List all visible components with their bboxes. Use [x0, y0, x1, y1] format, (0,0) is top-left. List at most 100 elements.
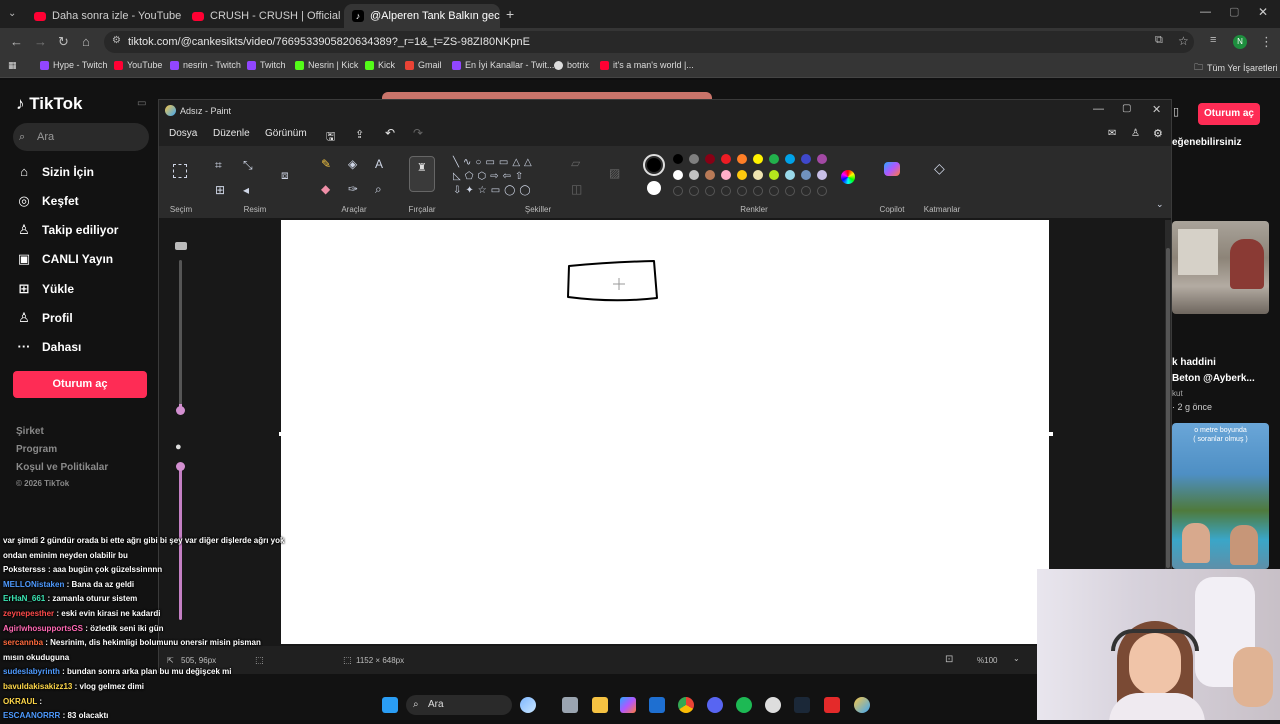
suggested-video-thumbnail-2[interactable]: o metre boyunda ( soranlar olmuş ): [1172, 423, 1269, 569]
url-input[interactable]: ⚙ tiktok.com/@cankesikts/video/766953390…: [104, 31, 1194, 53]
login-top-button[interactable]: Oturum aç: [1198, 103, 1260, 125]
profile-avatar[interactable]: N: [1233, 35, 1247, 49]
browser-menu-icon[interactable]: ⋮: [1260, 34, 1273, 50]
collapse-ribbon-icon[interactable]: ⌄: [1156, 199, 1164, 210]
footer-terms[interactable]: Koşul ve Politikalar: [16, 462, 108, 473]
redo-icon[interactable]: ↷: [413, 126, 423, 140]
reload-icon[interactable]: ↻: [58, 34, 69, 50]
rotate-icon[interactable]: ◂: [243, 183, 249, 197]
bookmark-item[interactable]: En İyi Kanallar - Twit...: [452, 60, 554, 70]
custom-color-slot[interactable]: [689, 186, 699, 196]
color-swatch[interactable]: [705, 154, 715, 164]
paint-maximize-button[interactable]: ▢: [1122, 103, 1131, 114]
steam-icon[interactable]: [794, 697, 810, 713]
color-swatch[interactable]: [673, 170, 683, 180]
paint-minimize-button[interactable]: —: [1093, 103, 1104, 115]
discord-icon[interactable]: [707, 697, 723, 713]
fit-to-window-icon[interactable]: ⊡: [945, 654, 953, 665]
tab-tiktok[interactable]: ♪ @Alperen Tank Balkın gece iç | ×: [344, 4, 500, 28]
shapes-gallery[interactable]: ╲∿○▭▭△△ ◺⬠⬡⇨⇦⇧ ⇩✦☆▭◯◯: [453, 156, 557, 200]
shape-fill-icon[interactable]: ◫: [571, 182, 582, 196]
suggested-title[interactable]: k haddini: [1172, 357, 1216, 368]
bookmark-item[interactable]: Hype - Twitch: [40, 60, 107, 70]
bookmark-item[interactable]: Nesrin | Kick: [295, 60, 358, 70]
edit-colors-icon[interactable]: [841, 170, 855, 184]
crop-icon[interactable]: ⌗: [215, 158, 222, 173]
color-swatch[interactable]: [721, 170, 731, 180]
primary-color-swatch[interactable]: [643, 154, 665, 176]
layers-icon[interactable]: ◇: [934, 160, 945, 177]
bookmark-item[interactable]: Twitch: [247, 60, 286, 70]
bookmark-item[interactable]: botrix: [554, 60, 589, 70]
windows-start-icon[interactable]: [382, 697, 398, 713]
image-select-icon[interactable]: ⊞: [215, 183, 225, 197]
outline-icon[interactable]: ▱: [571, 156, 580, 170]
site-info-icon[interactable]: ⚙: [112, 35, 121, 46]
color-swatch[interactable]: [801, 154, 811, 164]
color-swatch[interactable]: [801, 170, 811, 180]
footer-program[interactable]: Program: [16, 444, 57, 455]
nav-for-you[interactable]: ⌂ Sizin İçin: [16, 164, 94, 179]
color-swatch[interactable]: [737, 154, 747, 164]
menu-edit[interactable]: Düzenle: [213, 128, 250, 139]
copilot-icon[interactable]: [884, 162, 900, 176]
resize-handle-right[interactable]: [1049, 432, 1053, 436]
paint-close-button[interactable]: ✕: [1152, 103, 1161, 116]
bookmark-star-icon[interactable]: ☆: [1178, 34, 1189, 48]
pencil-icon[interactable]: ✎: [321, 157, 331, 171]
color-swatch[interactable]: [689, 170, 699, 180]
color-swatch[interactable]: [705, 170, 715, 180]
translate-icon[interactable]: ⧉: [1155, 34, 1163, 47]
custom-color-slot[interactable]: [785, 186, 795, 196]
custom-color-slot[interactable]: [801, 186, 811, 196]
minimize-window-button[interactable]: —: [1200, 6, 1211, 18]
chrome-icon[interactable]: [678, 697, 694, 713]
media-control-icon[interactable]: ≡: [1210, 34, 1216, 46]
file-explorer-icon[interactable]: [592, 697, 608, 713]
size-slider-track[interactable]: [179, 260, 182, 412]
color-swatch[interactable]: [785, 170, 795, 180]
maximize-window-button[interactable]: ▢: [1229, 5, 1239, 18]
color-swatch[interactable]: [721, 154, 731, 164]
text-icon[interactable]: A: [375, 157, 383, 171]
app-icon[interactable]: [765, 697, 781, 713]
color-swatch[interactable]: [785, 154, 795, 164]
tiktok-logo[interactable]: ♪ TikTok: [16, 94, 82, 114]
suggested-video-thumbnail[interactable]: [1172, 221, 1269, 314]
scrollbar-thumb[interactable]: [1166, 248, 1170, 568]
game-app-icon[interactable]: [824, 697, 840, 713]
new-tab-button[interactable]: +: [506, 6, 514, 22]
custom-color-slot[interactable]: [737, 186, 747, 196]
custom-color-slot[interactable]: [705, 186, 715, 196]
drawing-canvas[interactable]: [281, 220, 1049, 644]
size-slider-thumb[interactable]: [176, 406, 185, 415]
selection-tool-icon[interactable]: [173, 164, 187, 178]
spotify-icon[interactable]: [736, 697, 752, 713]
suggested-author[interactable]: Beton @Ayberk...: [1172, 373, 1255, 384]
shape-style-icon[interactable]: ▨: [609, 166, 620, 180]
menu-file[interactable]: Dosya: [169, 128, 197, 139]
brushes-button[interactable]: ♜: [409, 156, 435, 192]
zoom-dropdown-icon[interactable]: ⌄: [1013, 654, 1020, 663]
opacity-slider-thumb[interactable]: [176, 462, 185, 471]
all-bookmarks[interactable]: 🗀 Tüm Yer İşaretleri: [1194, 60, 1278, 76]
menu-view[interactable]: Görünüm: [265, 128, 307, 139]
collapse-sidebar-icon[interactable]: ▭: [137, 98, 146, 109]
back-icon[interactable]: ←: [10, 34, 23, 49]
inbox-icon[interactable]: ▯: [1173, 105, 1179, 118]
color-swatch[interactable]: [817, 154, 827, 164]
taskbar-search[interactable]: ⌕ Ara: [406, 695, 512, 715]
nav-explore[interactable]: ◎ Keşfet: [16, 193, 78, 209]
copilot-taskbar-icon[interactable]: [620, 697, 636, 713]
close-window-button[interactable]: ✕: [1258, 5, 1268, 19]
custom-color-slot[interactable]: [673, 186, 683, 196]
eraser-icon[interactable]: ◆: [321, 182, 330, 196]
apps-grid-icon[interactable]: ▦: [8, 60, 17, 71]
custom-color-slot[interactable]: [769, 186, 779, 196]
outlook-icon[interactable]: [649, 697, 665, 713]
custom-color-slot[interactable]: [753, 186, 763, 196]
tab-youtube-watch-later[interactable]: Daha sonra izle - YouTube ×: [26, 4, 182, 28]
color-swatch[interactable]: [769, 170, 779, 180]
color-swatch[interactable]: [673, 154, 683, 164]
color-swatch[interactable]: [689, 154, 699, 164]
